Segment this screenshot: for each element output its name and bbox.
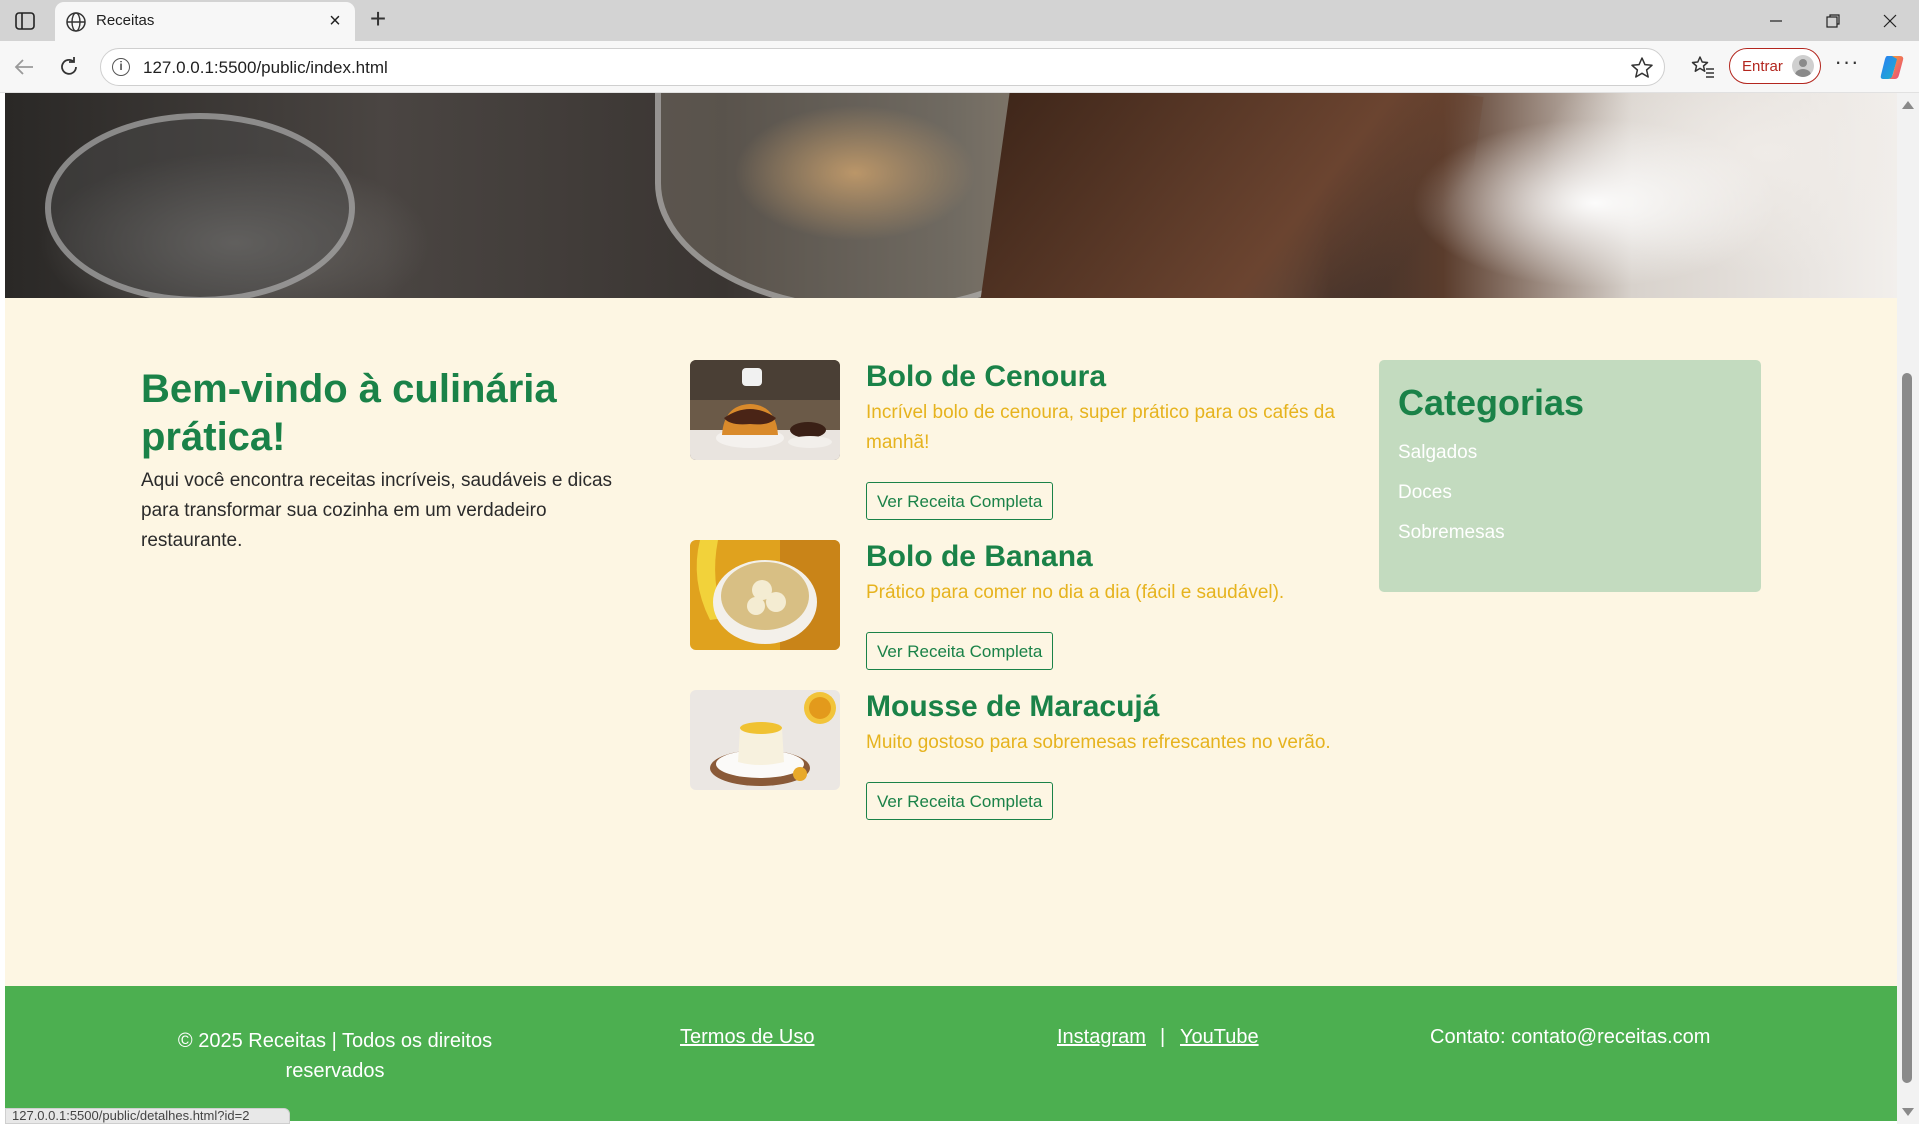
- terms-link[interactable]: Termos de Uso: [680, 1026, 815, 1049]
- browser-tab[interactable]: Receitas ×: [55, 2, 355, 41]
- recipe-image-passion-fruit-mousse[interactable]: [690, 690, 840, 790]
- address-bar[interactable]: i 127.0.0.1:5500/public/index.html: [100, 48, 1665, 86]
- categories-panel: Categorias Salgados Doces Sobremesas: [1379, 360, 1761, 592]
- status-url-tooltip: 127.0.0.1:5500/public/detalhes.html?id=2: [5, 1108, 290, 1124]
- recipe-title[interactable]: Bolo de Cenoura: [866, 360, 1106, 394]
- recipe-title[interactable]: Mousse de Maracujá: [866, 690, 1159, 724]
- site-footer: © 2025 Receitas | Todos os direitos rese…: [5, 986, 1897, 1121]
- restore-icon[interactable]: [1818, 8, 1848, 34]
- back-arrow-icon[interactable]: [11, 54, 37, 80]
- recipe-image-banana-cake[interactable]: [690, 540, 840, 650]
- profile-icon: [1792, 55, 1814, 77]
- globe-icon: [65, 11, 87, 33]
- recipe-description: Prático para comer no dia a dia (fácil e…: [866, 582, 1285, 603]
- signin-button[interactable]: Entrar: [1729, 48, 1821, 84]
- sidebar-toggle-icon[interactable]: [12, 9, 38, 33]
- categories-title: Categorias: [1398, 382, 1585, 423]
- window-close-icon[interactable]: [1875, 8, 1905, 34]
- view-recipe-button[interactable]: Ver Receita Completa: [866, 482, 1054, 520]
- footer-copyright: © 2025 Receitas | Todos os direitos rese…: [177, 1030, 493, 1082]
- recipe-description: Incrível bolo de cenoura, super prático …: [866, 402, 1335, 453]
- browser-toolbar: i 127.0.0.1:5500/public/index.html Entra…: [0, 41, 1919, 93]
- instagram-link[interactable]: Instagram: [1057, 1026, 1146, 1049]
- youtube-link[interactable]: YouTube: [1180, 1026, 1259, 1049]
- hero-pot-shape: [45, 113, 355, 298]
- recipe-description: Muito gostoso para sobremesas refrescant…: [866, 732, 1331, 753]
- plus-icon[interactable]: +: [364, 5, 392, 34]
- hero-banner-image: [5, 93, 1897, 298]
- hero-arm-shape: [976, 93, 1484, 298]
- view-recipe-button[interactable]: Ver Receita Completa: [866, 782, 1054, 820]
- scroll-down-arrow-icon[interactable]: [1902, 1108, 1914, 1116]
- recipe-title[interactable]: Bolo de Banana: [866, 540, 1093, 574]
- more-icon[interactable]: ···: [1832, 51, 1862, 80]
- minimize-icon[interactable]: [1761, 8, 1791, 34]
- url-text[interactable]: 127.0.0.1:5500/public/index.html: [143, 58, 388, 78]
- footer-separator: |: [1160, 1026, 1166, 1048]
- footer-contact: Contato: contato@receitas.com: [1430, 1026, 1711, 1048]
- page-scrollbar[interactable]: [1897, 93, 1919, 1124]
- recipe-image-carrot-cake[interactable]: [690, 360, 840, 460]
- category-link-sobremesas[interactable]: Sobremesas: [1398, 522, 1505, 544]
- view-recipe-button[interactable]: Ver Receita Completa: [866, 632, 1054, 670]
- page-viewport: Bem-vindo à culinária prática! Aqui você…: [5, 93, 1897, 1121]
- tab-title: Receitas: [96, 12, 155, 29]
- welcome-title: Bem-vindo à culinária prática!: [141, 367, 557, 459]
- category-link-salgados[interactable]: Salgados: [1398, 442, 1477, 464]
- star-icon[interactable]: [1630, 56, 1654, 80]
- copilot-icon[interactable]: [1878, 53, 1906, 81]
- close-icon[interactable]: ×: [325, 11, 345, 31]
- favorites-icon[interactable]: [1690, 54, 1716, 80]
- signin-label: Entrar: [1742, 58, 1783, 75]
- info-icon[interactable]: i: [112, 58, 130, 76]
- scroll-thumb[interactable]: [1902, 373, 1912, 1083]
- scroll-up-arrow-icon[interactable]: [1902, 101, 1914, 109]
- reload-icon[interactable]: [56, 54, 82, 80]
- browser-tab-bar: Receitas × +: [0, 0, 1919, 41]
- welcome-text: Aqui você encontra receitas incríveis, s…: [141, 470, 613, 551]
- category-link-doces[interactable]: Doces: [1398, 482, 1452, 504]
